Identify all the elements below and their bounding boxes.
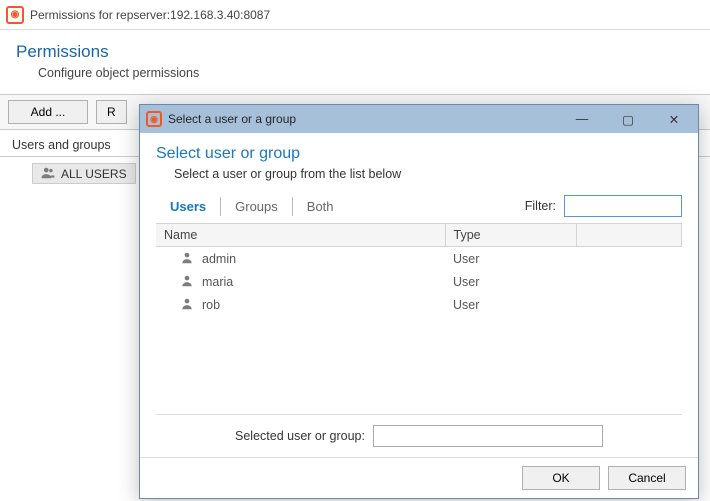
col-type[interactable]: Type bbox=[445, 224, 576, 247]
app-icon: ◉ bbox=[6, 6, 24, 24]
user-grid: Name Type admin User maria User rob User bbox=[156, 223, 682, 414]
col-name[interactable]: Name bbox=[156, 224, 445, 247]
minimize-button[interactable]: — bbox=[562, 107, 602, 131]
table-row[interactable]: rob User bbox=[156, 293, 682, 316]
cancel-button[interactable]: Cancel bbox=[608, 466, 686, 490]
selected-input[interactable] bbox=[373, 425, 603, 447]
row-type: User bbox=[445, 270, 576, 293]
filter-input[interactable] bbox=[564, 195, 682, 217]
tree-item-all-users[interactable]: ALL USERS bbox=[32, 163, 136, 184]
dialog-tabs: Users Groups Both bbox=[156, 197, 348, 216]
select-user-dialog: ◉ Select a user or a group — ▢ ✕ Select … bbox=[139, 104, 699, 499]
dialog-title: Select a user or a group bbox=[168, 112, 556, 126]
window-title: Permissions for repserver:192.168.3.40:8… bbox=[30, 8, 270, 22]
main-titlebar: ◉ Permissions for repserver:192.168.3.40… bbox=[0, 0, 710, 30]
ok-button[interactable]: OK bbox=[522, 466, 600, 490]
dialog-app-icon: ◉ bbox=[146, 111, 162, 127]
tab-both[interactable]: Both bbox=[292, 197, 348, 216]
table-row[interactable]: admin User bbox=[156, 247, 682, 271]
remove-button[interactable]: R bbox=[96, 100, 127, 124]
tree-item-label: ALL USERS bbox=[61, 167, 127, 181]
row-type: User bbox=[445, 293, 576, 316]
user-icon bbox=[180, 274, 194, 289]
add-button[interactable]: Add ... bbox=[8, 100, 88, 124]
page-title: Permissions bbox=[16, 42, 694, 62]
page-subtitle: Configure object permissions bbox=[38, 66, 694, 80]
row-name: maria bbox=[202, 275, 233, 289]
user-icon bbox=[180, 251, 194, 266]
user-icon bbox=[180, 297, 194, 312]
tab-users[interactable]: Users bbox=[156, 197, 220, 216]
row-name: rob bbox=[202, 298, 220, 312]
tab-groups[interactable]: Groups bbox=[220, 197, 292, 216]
dialog-subheading: Select a user or group from the list bel… bbox=[174, 167, 682, 181]
selected-label: Selected user or group: bbox=[235, 429, 365, 443]
close-button[interactable]: ✕ bbox=[654, 107, 694, 131]
row-name: admin bbox=[202, 252, 236, 266]
users-icon bbox=[41, 166, 55, 181]
col-spacer bbox=[576, 224, 681, 247]
row-type: User bbox=[445, 247, 576, 271]
dialog-heading: Select user or group bbox=[156, 145, 682, 163]
table-row[interactable]: maria User bbox=[156, 270, 682, 293]
dialog-titlebar[interactable]: ◉ Select a user or a group — ▢ ✕ bbox=[140, 105, 698, 133]
filter-label: Filter: bbox=[525, 199, 556, 213]
maximize-button[interactable]: ▢ bbox=[608, 107, 648, 131]
